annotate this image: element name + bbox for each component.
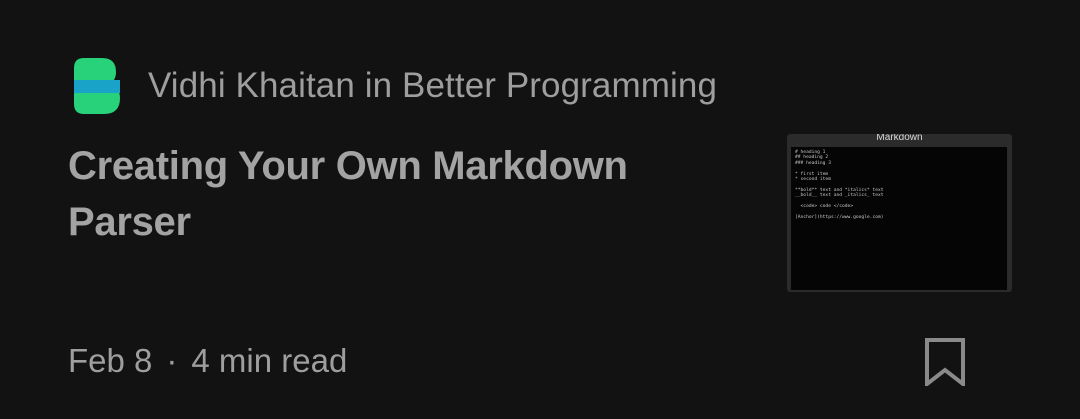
article-card[interactable]: Vidhi Khaitan in Better Programming Crea… <box>0 0 1080 419</box>
byline-connector: in <box>364 66 393 105</box>
thumbnail-code-line: [Anchor](https://www.google.com) <box>795 214 884 220</box>
byline: Vidhi Khaitan in Better Programming <box>148 66 717 106</box>
thumbnail-code-line: __bold__ text and _italics_ text <box>795 193 884 199</box>
author-name[interactable]: Vidhi Khaitan <box>148 66 355 105</box>
article-title[interactable]: Creating Your Own Markdown Parser <box>68 138 728 250</box>
bookmark-icon[interactable] <box>924 338 966 386</box>
thumbnail-caption: Markdown <box>876 134 923 143</box>
thumbnail-code-lines: # heading 1 ## heading 2 ### heading 3 * fi… <box>795 150 884 220</box>
article-thumbnail[interactable]: Markdown # heading 1 ## heading 2 ### head… <box>787 134 1012 292</box>
better-programming-logo-icon[interactable] <box>74 58 120 114</box>
read-time: 4 min read <box>191 342 348 379</box>
publisher-row: Vidhi Khaitan in Better Programming <box>74 58 717 114</box>
article-meta: Feb 8 · 4 min read <box>68 338 347 384</box>
meta-separator: · <box>166 342 178 379</box>
publication-name[interactable]: Better Programming <box>402 66 717 105</box>
publish-date: Feb 8 <box>68 342 153 379</box>
thumbnail-terminal: # heading 1 ## heading 2 ### heading 3 * fi… <box>791 147 1007 290</box>
